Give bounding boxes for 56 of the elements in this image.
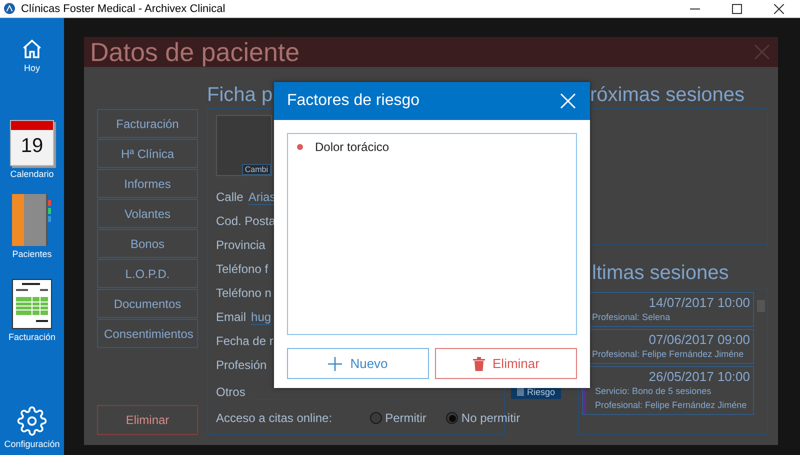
session-date: 07/06/2017 09:00 [648, 332, 750, 347]
binder-icon [12, 194, 52, 246]
trash-icon [472, 356, 485, 370]
sidebar-item[interactable]: Configuración [4, 406, 60, 449]
field-label: Email [216, 310, 246, 324]
field-label: Teléfono f [216, 262, 268, 276]
home-icon [21, 38, 43, 60]
field-label: Acceso a citas online: [216, 411, 332, 425]
session-detail: Profesional: Selena [592, 311, 672, 324]
sidebar-item[interactable]: 19 Calendario [10, 120, 54, 179]
list-item[interactable]: Dolor torácico [315, 140, 390, 154]
maximize-icon [732, 4, 742, 14]
plus-icon [328, 356, 342, 370]
settings-icon [16, 406, 47, 436]
delete-button[interactable]: Eliminar [435, 348, 577, 379]
menu-button[interactable]: Hª Clínica [97, 139, 198, 168]
input-field[interactable]: hug [251, 310, 272, 324]
menu-button[interactable]: Documentos [97, 289, 198, 318]
section-heading: ltimas sesiones [592, 261, 729, 286]
field-label: Teléfono n [216, 286, 272, 300]
field-label: Fecha de r [216, 334, 274, 348]
field-label: Calle [216, 190, 244, 204]
session-date: 26/05/2017 10:00 [648, 369, 750, 384]
menu-button[interactable]: Informes [97, 169, 198, 198]
field-label: Profesión [216, 358, 267, 372]
invoice-icon [12, 279, 52, 329]
radio-option[interactable]: Permitir [370, 411, 426, 425]
delete-button[interactable]: Eliminar [97, 405, 198, 435]
sidebar-item[interactable]: Hoy [21, 38, 43, 73]
session-detail: Servicio: Bono de 5 sesiones [595, 385, 712, 398]
app-logo-icon [4, 3, 15, 14]
sidebar-item[interactable]: Pacientes [12, 194, 52, 259]
menu-button[interactable]: Consentimientos [97, 319, 198, 348]
menu-button[interactable]: Bonos [97, 229, 198, 258]
session-detail: Profesional: Felipe Fernández Jiméne [595, 399, 748, 412]
session-date: 14/07/2017 10:00 [648, 295, 750, 310]
close-icon [774, 4, 784, 14]
panel-title: Datos de paciente [90, 36, 300, 68]
close-icon [560, 93, 576, 109]
menu-button[interactable]: L.O.P.D. [97, 259, 198, 288]
section-heading: róximas sesiones [590, 83, 745, 108]
sidebar-item[interactable]: Facturación [8, 279, 56, 342]
menu-button[interactable]: Volantes [97, 199, 198, 228]
section-heading: Ficha p [207, 83, 273, 108]
session-detail: Profesional: Felipe Fernández Jiméne [592, 348, 745, 361]
dialog-title: Factores de riesgo [287, 92, 420, 110]
close-icon [754, 44, 770, 60]
change-photo-button[interactable]: Cambi [242, 164, 271, 175]
radio-option[interactable]: No permitir [446, 411, 520, 425]
field-label: Otros [216, 385, 246, 399]
field-label: Cod. Posta [216, 214, 276, 228]
add-button[interactable]: Nuevo [287, 348, 429, 379]
menu-button[interactable]: Facturación [97, 109, 198, 138]
calendar-icon: 19 [10, 120, 54, 166]
window-title: Clínicas Foster Medical - Archivex Clinical [21, 2, 226, 14]
field-label: Provincia [216, 238, 266, 252]
